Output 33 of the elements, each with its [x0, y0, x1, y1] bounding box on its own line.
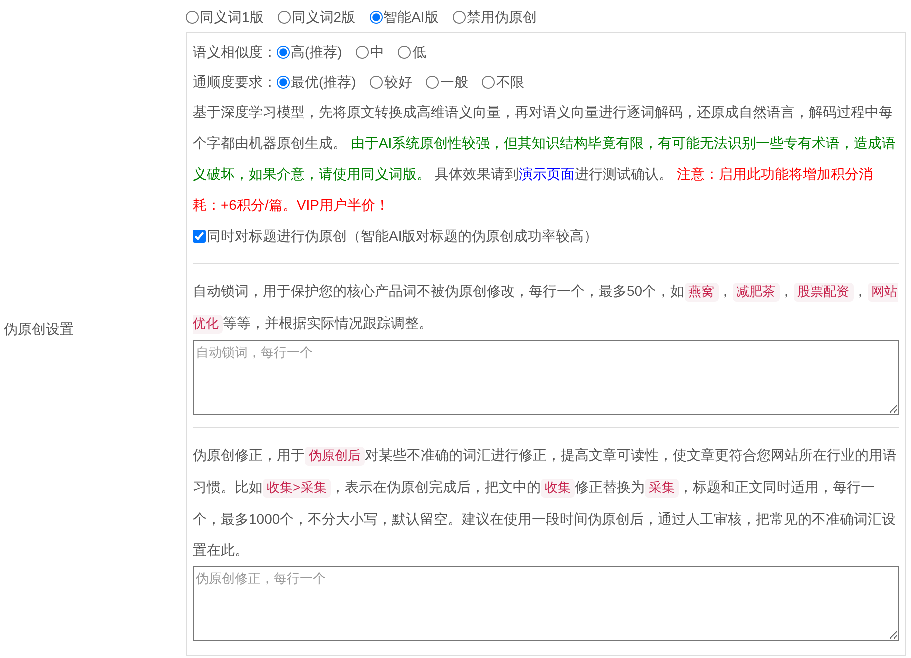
lock-words-field[interactable]: 自动锁词，每行一个	[193, 340, 899, 415]
radio-button[interactable]	[426, 76, 440, 88]
option-label[interactable]: 较好	[384, 72, 412, 92]
radio-button[interactable]	[356, 46, 370, 58]
option-label[interactable]: 高(推荐)	[291, 42, 342, 62]
option-label[interactable]: 禁用伪原创	[466, 6, 537, 28]
option-label[interactable]: 同义词2版	[292, 6, 356, 28]
field-label: 语义相似度：	[193, 42, 277, 62]
demo-page-link[interactable]: 演示页面	[518, 166, 575, 182]
section-label: 伪原创设置	[4, 320, 74, 336]
checkbox[interactable]	[193, 230, 206, 242]
radio-button[interactable]	[186, 10, 199, 24]
option-label[interactable]: 不限	[496, 72, 524, 92]
field-label: 通顺度要求：	[193, 72, 277, 92]
correction-field[interactable]: 伪原创修正，每行一个	[193, 566, 899, 641]
radio-button[interactable]	[277, 76, 290, 88]
option-label[interactable]: 智能AI版	[384, 6, 439, 28]
option-label[interactable]: 最优(推荐)	[291, 72, 356, 92]
radio-button[interactable]	[278, 10, 291, 24]
radio-button[interactable]	[370, 76, 384, 88]
option-label[interactable]: 一般	[440, 72, 468, 92]
description-text: 自动锁词，用于保护您的核心产品词不被伪原创修改，每行一个，最多50个，如 燕窝 ， 减肥茶 ， 股票配资 ， 网站优化 等等，并根据实际情况跟踪调整。	[193, 282, 899, 336]
radio-button[interactable]	[277, 46, 290, 58]
radio-button[interactable]	[398, 46, 412, 58]
radio-button[interactable]	[482, 76, 496, 88]
radio-button[interactable]	[370, 10, 383, 24]
option-label[interactable]: 低	[412, 42, 426, 62]
option-label[interactable]: 同义词1版	[200, 6, 264, 28]
checkbox-label[interactable]: 同时对标题进行伪原创（智能AI版对标题的伪原创成功率较高）	[207, 226, 598, 246]
option-label[interactable]: 中	[370, 42, 384, 62]
description-text: 伪原创修正，用于 伪原创后 对某些不准确的词汇进行修正，提高文章可读性，使文章更符合您网站所在行业的用语习惯。比如 收集>采集 ，表示在伪原创完成后，把文中的 收集 修正替换为 采集 ，标题和正文同时适用，每行一个，最多1000个，不分大小写，默认留空。建议在使用一段时间伪原创后，通过人工审核，把常见的不准确词汇设置在此。	[193, 446, 898, 560]
description-text: 基于深度学习模型，先将原文转换成高维语义向量，再对语义向量进行逐词解码，还原成自然语言，解码过程中每个字都由机器原创生成。 由于AI系统原创性较强，但其知识结构毕竟有限，有可能无法识别一些专有术语，造成语义破坏，如果介意，请使用同义词版。 具体效果请到演示页面进行测试确认。 注意：启用此功能将增加积分消耗：+6积分/篇。VIP用户半价！	[193, 103, 898, 215]
radio-button[interactable]	[452, 10, 466, 24]
